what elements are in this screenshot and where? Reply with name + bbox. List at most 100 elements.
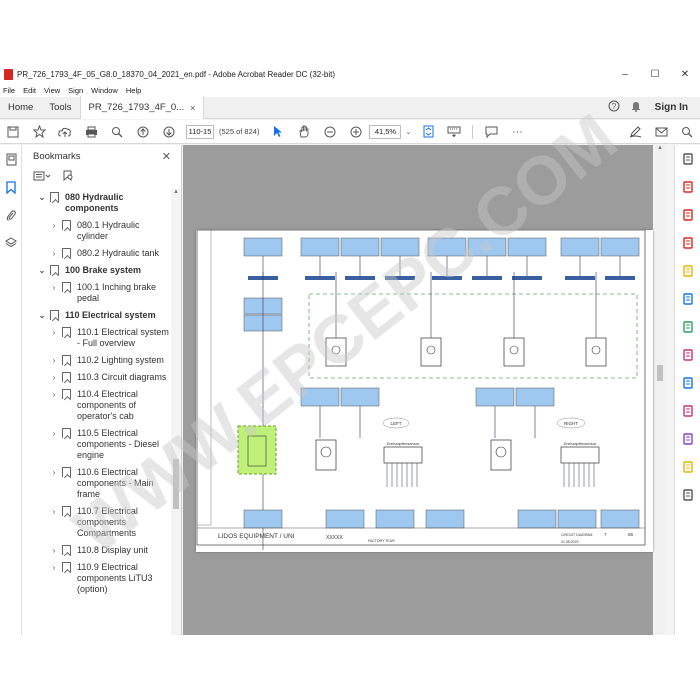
menu-window[interactable]: Window xyxy=(91,86,118,95)
page-thumbnails-icon[interactable] xyxy=(0,145,22,173)
upload-cloud-icon[interactable] xyxy=(52,121,78,143)
bookmark-label: 100 Brake system xyxy=(65,265,142,275)
expand-chevron-icon[interactable]: › xyxy=(48,562,60,573)
zoom-search-icon[interactable] xyxy=(104,121,130,143)
zoom-dropdown-chevron-icon[interactable]: ⌄ xyxy=(401,121,415,143)
collapse-chevron-icon[interactable]: ⌄ xyxy=(36,192,48,203)
comment-icon[interactable] xyxy=(478,121,504,143)
search-icon[interactable] xyxy=(674,121,700,143)
expand-chevron-icon[interactable]: › xyxy=(48,389,60,400)
fill-sign-icon[interactable] xyxy=(675,341,700,369)
maximize-button[interactable]: ☐ xyxy=(640,64,670,84)
attachments-paperclip-icon[interactable] xyxy=(0,201,22,229)
find-bookmark-icon[interactable] xyxy=(63,170,74,184)
document-viewport[interactable]: LEFT RIGHT Drehzapfensensor Drehzapfensenso… xyxy=(60,99,653,635)
doc-scroll-up-icon[interactable]: ▲ xyxy=(655,145,665,151)
bookmark-item[interactable]: › 080.2 Hydraulic tank xyxy=(22,245,172,262)
share-icon[interactable] xyxy=(675,453,700,481)
minimize-button[interactable]: – xyxy=(610,64,640,84)
bookmark-item[interactable]: › 080.1 Hydraulic cylinder xyxy=(22,217,172,245)
menu-edit[interactable]: Edit xyxy=(23,86,36,95)
layers-icon[interactable] xyxy=(0,229,22,257)
bookmarks-scroll-thumb[interactable] xyxy=(173,459,179,509)
bookmark-item[interactable]: ⌄ 080 Hydraulic components xyxy=(22,189,172,217)
more-options-icon[interactable]: ··· xyxy=(504,121,530,143)
menu-view[interactable]: View xyxy=(44,86,60,95)
sheet-number: 7 xyxy=(604,532,607,537)
connector-block xyxy=(340,237,380,257)
previous-page-icon[interactable] xyxy=(130,121,156,143)
bookmark-item[interactable]: ⌄ 100 Brake system xyxy=(22,262,172,279)
bookmark-item[interactable]: › 110.5 Electrical components - Diesel en… xyxy=(22,425,172,464)
bookmark-item[interactable]: › 110.9 Electrical components LiTU3 (opti… xyxy=(22,559,172,598)
bookmark-item[interactable]: › 110.7 Electrical components Compartment… xyxy=(22,503,172,542)
help-icon[interactable]: ? xyxy=(603,100,625,115)
organize-pages-icon[interactable] xyxy=(675,313,700,341)
zoom-in-icon[interactable] xyxy=(343,121,369,143)
save-icon[interactable] xyxy=(0,121,26,143)
menu-file[interactable]: File xyxy=(3,86,15,95)
email-icon[interactable] xyxy=(648,121,674,143)
hand-tool-icon[interactable] xyxy=(291,121,317,143)
bookmarks-scrollbar[interactable]: ▲ xyxy=(171,189,181,635)
print-icon[interactable] xyxy=(78,121,104,143)
expand-chevron-icon[interactable]: › xyxy=(48,545,60,556)
page-count-label: (525 of 824) xyxy=(219,127,260,136)
bookmarks-panel-icon[interactable] xyxy=(0,173,22,201)
tab-tools[interactable]: Tools xyxy=(41,97,79,119)
notifications-bell-icon[interactable] xyxy=(625,100,647,115)
doc-scroll-thumb[interactable] xyxy=(657,365,663,381)
sign-pen-icon[interactable] xyxy=(622,121,648,143)
combine-files-icon[interactable] xyxy=(675,285,700,313)
comment-tool-icon[interactable] xyxy=(675,257,700,285)
keyboard-icon[interactable] xyxy=(441,121,467,143)
collapse-chevron-icon[interactable]: ⌄ xyxy=(36,310,48,321)
tab-home[interactable]: Home xyxy=(0,97,41,119)
bookmark-item[interactable]: › 110.3 Circuit diagrams xyxy=(22,369,172,386)
close-window-button[interactable]: ✕ xyxy=(670,64,700,84)
edit-pdf-icon[interactable] xyxy=(675,201,700,229)
expand-chevron-icon[interactable]: › xyxy=(48,428,60,439)
collapse-chevron-icon[interactable]: ⌄ xyxy=(36,265,48,276)
pdf-page[interactable]: LEFT RIGHT Drehzapfensensor Drehzapfensenso… xyxy=(196,230,653,552)
document-scrollbar[interactable]: ▲ xyxy=(655,145,665,635)
send-for-signature-icon[interactable] xyxy=(675,397,700,425)
bookmark-item[interactable]: › 110.1 Electrical system - Full overview xyxy=(22,324,172,352)
bookmark-options-icon[interactable] xyxy=(33,171,51,184)
expand-chevron-icon[interactable]: › xyxy=(48,282,60,293)
next-page-icon[interactable] xyxy=(156,121,182,143)
create-pdf-icon[interactable] xyxy=(675,173,700,201)
bookmark-star-icon[interactable] xyxy=(26,121,52,143)
bookmark-item[interactable]: › 110.8 Display unit xyxy=(22,542,172,559)
bookmark-item[interactable]: › 110.6 Electrical components - Main fram… xyxy=(22,464,172,503)
scroll-up-arrow-icon[interactable]: ▲ xyxy=(171,189,181,195)
protect-icon[interactable] xyxy=(675,369,700,397)
expand-chevron-icon[interactable]: › xyxy=(48,327,60,338)
expand-chevron-icon[interactable]: › xyxy=(48,467,60,478)
expand-chevron-icon[interactable]: › xyxy=(48,220,60,231)
expand-chevron-icon[interactable]: › xyxy=(48,372,60,383)
page-number-input[interactable]: 110-15 xyxy=(186,124,214,139)
menu-sign[interactable]: Sign xyxy=(68,86,83,95)
page-fit-icon[interactable] xyxy=(415,121,441,143)
stamp-icon[interactable] xyxy=(675,425,700,453)
bookmark-item[interactable]: ⌄ 110 Electrical system xyxy=(22,307,172,324)
export-pdf-icon[interactable] xyxy=(675,229,700,257)
expand-chevron-icon[interactable]: › xyxy=(48,355,60,366)
close-tab-icon[interactable]: × xyxy=(190,103,195,113)
tab-document[interactable]: PR_726_1793_4F_0... × xyxy=(79,96,205,119)
zoom-level-field[interactable]: 41,5% xyxy=(369,124,402,139)
select-cursor-icon[interactable] xyxy=(265,121,291,143)
close-panel-icon[interactable]: ✕ xyxy=(162,150,171,163)
zoom-search-tool-icon[interactable] xyxy=(675,145,700,173)
expand-chevron-icon[interactable]: › xyxy=(48,506,60,517)
sign-in-button[interactable]: Sign In xyxy=(655,102,688,113)
bookmark-item[interactable]: › 110.2 Lighting system xyxy=(22,352,172,369)
expand-chevron-icon[interactable]: › xyxy=(48,248,60,259)
menu-help[interactable]: Help xyxy=(126,86,141,95)
bookmarks-title: Bookmarks xyxy=(33,150,81,162)
bookmark-item[interactable]: › 110.4 Electrical components of operator… xyxy=(22,386,172,425)
more-tools-icon[interactable] xyxy=(675,481,700,509)
zoom-out-icon[interactable] xyxy=(317,121,343,143)
bookmark-item[interactable]: › 100.1 Inching brake pedal xyxy=(22,279,172,307)
